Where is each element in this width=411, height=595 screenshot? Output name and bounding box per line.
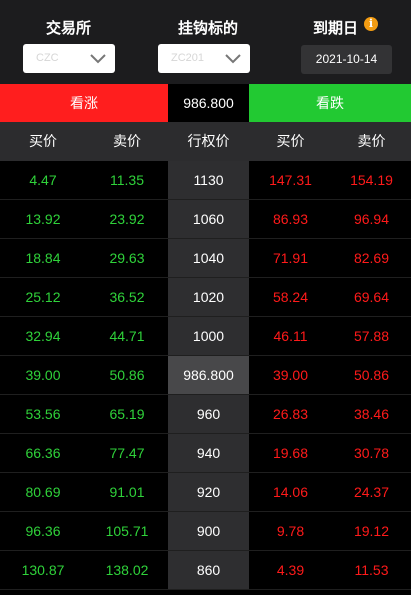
expiry-date-picker[interactable]: 2021-10-14 [301,45,392,74]
action-bar: 看涨 986.800 看跌 [0,84,411,122]
table-row[interactable]: 39.00 50.86 986.800 39.00 50.86 [0,356,411,395]
call-bid-cell[interactable]: 96.36 [0,512,86,550]
table-row[interactable]: 53.56 65.19 960 26.83 38.46 [0,395,411,434]
put-bid-cell[interactable]: 4.39 [249,551,332,589]
exchange-select-value: CZC [36,52,59,64]
header-put-bid: 买价 [276,133,305,149]
header-call-bid: 买价 [29,133,57,149]
table-row[interactable]: 66.36 77.47 940 19.68 30.78 [0,434,411,473]
table-row[interactable]: 25.12 36.52 1020 58.24 69.64 [0,278,411,317]
call-ask-cell[interactable]: 105.71 [86,512,168,550]
strike-cell[interactable]: 1000 [168,317,249,355]
table-header: 买价 卖价 行权价 买价 卖价 [0,122,411,161]
underlying-price: 986.800 [168,84,249,122]
put-ask-cell[interactable]: 30.78 [332,434,411,472]
table-row[interactable]: 18.84 29.63 1040 71.91 82.69 [0,239,411,278]
strike-cell[interactable]: 986.800 [168,356,249,394]
header-call-ask: 卖价 [113,133,141,149]
strike-cell[interactable]: 940 [168,434,249,472]
put-bid-cell[interactable]: 19.68 [249,434,332,472]
put-bid-cell[interactable]: 14.06 [249,473,332,511]
table-row[interactable]: 130.87 138.02 860 4.39 11.53 [0,551,411,590]
chevron-down-icon [90,54,106,64]
put-ask-cell[interactable]: 24.37 [332,473,411,511]
strike-cell[interactable]: 960 [168,395,249,433]
strike-cell[interactable]: 900 [168,512,249,550]
put-ask-cell[interactable]: 57.88 [332,317,411,355]
filter-bar: 交易所 挂钩标的 到期日 i CZC ZC201 2021-10-14 [0,0,411,84]
underlying-label: 挂钩标的 [178,20,239,37]
call-ask-cell[interactable]: 29.63 [86,239,168,277]
header-strike: 行权价 [187,133,230,149]
call-bid-cell[interactable]: 39.00 [0,356,86,394]
put-ask-cell[interactable]: 82.69 [332,239,411,277]
put-bid-cell[interactable]: 9.78 [249,512,332,550]
put-bid-cell[interactable]: 26.83 [249,395,332,433]
call-bid-cell[interactable]: 32.94 [0,317,86,355]
info-icon[interactable]: i [364,17,378,31]
strike-cell[interactable]: 1020 [168,278,249,316]
exchange-select[interactable]: CZC [23,44,115,73]
put-ask-cell[interactable]: 11.53 [332,551,411,589]
put-ask-cell[interactable]: 50.86 [332,356,411,394]
call-ask-cell[interactable]: 50.86 [86,356,168,394]
strike-cell[interactable]: 1060 [168,200,249,238]
underlying-select-value: ZC201 [171,52,205,64]
table-row[interactable]: 96.36 105.71 900 9.78 19.12 [0,512,411,551]
call-button[interactable]: 看涨 [0,84,168,122]
put-ask-cell[interactable]: 38.46 [332,395,411,433]
strike-cell[interactable]: 1130 [168,161,249,199]
exchange-label: 交易所 [46,20,92,37]
call-ask-cell[interactable]: 91.01 [86,473,168,511]
put-bid-cell[interactable]: 147.31 [249,161,332,199]
call-ask-cell[interactable]: 23.92 [86,200,168,238]
call-bid-cell[interactable]: 130.87 [0,551,86,589]
put-ask-cell[interactable]: 154.19 [332,161,411,199]
call-ask-cell[interactable]: 65.19 [86,395,168,433]
table-row[interactable]: 4.47 11.35 1130 147.31 154.19 [0,161,411,200]
call-ask-cell[interactable]: 77.47 [86,434,168,472]
underlying-select[interactable]: ZC201 [158,44,250,73]
expiry-label: 到期日 [313,20,359,37]
put-bid-cell[interactable]: 46.11 [249,317,332,355]
call-bid-cell[interactable]: 4.47 [0,161,86,199]
table-row[interactable]: 32.94 44.71 1000 46.11 57.88 [0,317,411,356]
put-bid-cell[interactable]: 71.91 [249,239,332,277]
put-bid-cell[interactable]: 58.24 [249,278,332,316]
call-ask-cell[interactable]: 36.52 [86,278,168,316]
table-row[interactable]: 13.92 23.92 1060 86.93 96.94 [0,200,411,239]
call-ask-cell[interactable]: 44.71 [86,317,168,355]
table-row[interactable]: 80.69 91.01 920 14.06 24.37 [0,473,411,512]
call-ask-cell[interactable]: 138.02 [86,551,168,589]
strike-cell[interactable]: 1040 [168,239,249,277]
call-bid-cell[interactable]: 80.69 [0,473,86,511]
put-bid-cell[interactable]: 39.00 [249,356,332,394]
call-bid-cell[interactable]: 66.36 [0,434,86,472]
call-bid-cell[interactable]: 25.12 [0,278,86,316]
chevron-down-icon [225,54,241,64]
put-ask-cell[interactable]: 96.94 [332,200,411,238]
strike-cell[interactable]: 920 [168,473,249,511]
call-ask-cell[interactable]: 11.35 [86,161,168,199]
call-bid-cell[interactable]: 18.84 [0,239,86,277]
put-ask-cell[interactable]: 19.12 [332,512,411,550]
strike-cell[interactable]: 860 [168,551,249,589]
option-chain-table: 4.47 11.35 1130 147.31 154.19 13.92 23.92 1060 8… [0,161,411,590]
call-bid-cell[interactable]: 13.92 [0,200,86,238]
put-button[interactable]: 看跌 [249,84,411,122]
header-put-ask: 卖价 [357,133,386,149]
put-bid-cell[interactable]: 86.93 [249,200,332,238]
put-ask-cell[interactable]: 69.64 [332,278,411,316]
call-bid-cell[interactable]: 53.56 [0,395,86,433]
